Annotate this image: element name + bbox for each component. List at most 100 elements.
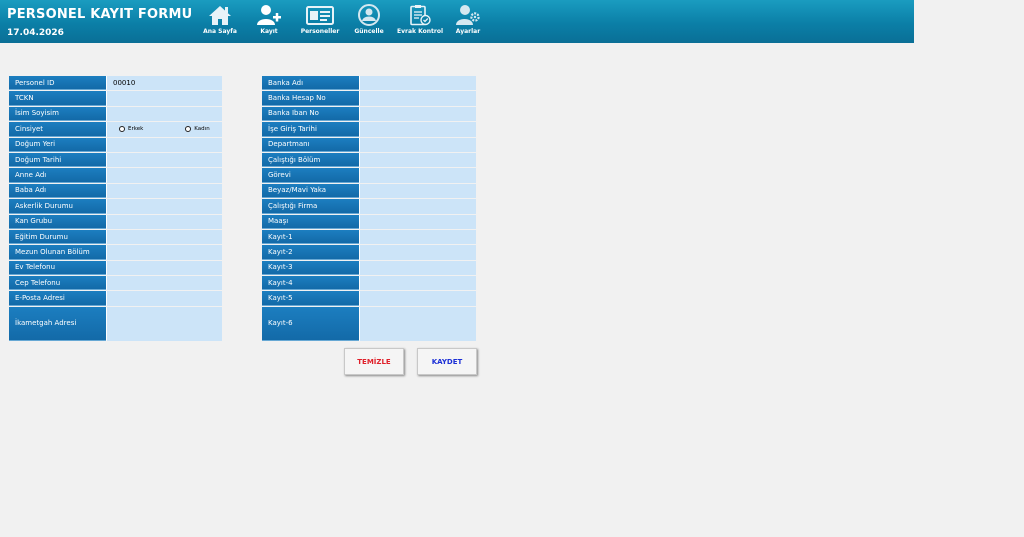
field-kayit-3: Kayıt-3: [262, 260, 476, 276]
field-banka-hesap-no: Banka Hesap No: [262, 91, 476, 106]
mezun-olunan-bolum-input[interactable]: [107, 245, 222, 260]
radio-erkek-label: Erkek: [128, 126, 144, 133]
field-kan-grubu: Kan Grubu: [9, 214, 222, 229]
nav-home[interactable]: Ana Sayfa: [194, 2, 246, 42]
maasi-input[interactable]: [360, 214, 476, 229]
tckn-input[interactable]: [107, 91, 222, 106]
askerlik-durumu-input[interactable]: [107, 199, 222, 214]
ev-telefonu-input[interactable]: [107, 260, 222, 276]
current-date: 17.04.2026: [7, 28, 64, 38]
egitim-durumu-input[interactable]: [107, 229, 222, 245]
field-label: Kayıt-3: [262, 260, 360, 276]
field-label: Banka Hesap No: [262, 91, 360, 106]
field-kayit-4: Kayıt-4: [262, 276, 476, 291]
personel-id-input[interactable]: 00010: [107, 76, 222, 91]
field-label: Cinsiyet: [9, 122, 107, 137]
kayit-4-input[interactable]: [360, 276, 476, 291]
field-label: Baba Adı: [9, 183, 107, 199]
dogum-yeri-input[interactable]: [107, 137, 222, 152]
radio-kadin[interactable]: Kadın: [185, 126, 210, 133]
field-label: Beyaz/Mavi Yaka: [262, 183, 360, 199]
field-cep-telefonu: Cep Telefonu: [9, 276, 222, 291]
radio-kadin-label: Kadın: [194, 126, 210, 133]
kayit-3-input[interactable]: [360, 260, 476, 276]
banka-hesap-no-input[interactable]: [360, 91, 476, 106]
field-label: Anne Adı: [9, 168, 107, 183]
field-label: Doğum Yeri: [9, 137, 107, 152]
field-label: İkametgah Adresi: [9, 306, 107, 341]
kayit-2-input[interactable]: [360, 245, 476, 260]
field-askerlik-durumu: Askerlik Durumu: [9, 199, 222, 214]
field-label: Kayıt-4: [262, 276, 360, 291]
user-settings-icon: [456, 5, 480, 25]
field-label: Banka Iban No: [262, 106, 360, 122]
nav-kayit[interactable]: Kayıt: [243, 2, 295, 42]
isim-soyisim-input[interactable]: [107, 106, 222, 122]
field-anne-adi: Anne Adı: [9, 168, 222, 183]
field-e-posta: E-Posta Adresi: [9, 291, 222, 306]
field-label: Kayıt-2: [262, 245, 360, 260]
banka-iban-no-input[interactable]: [360, 106, 476, 122]
beyaz-mavi-yaka-input[interactable]: [360, 183, 476, 199]
field-label: Kan Grubu: [9, 214, 107, 229]
kan-grubu-input[interactable]: [107, 214, 222, 229]
field-label: İsim Soyisim: [9, 106, 107, 122]
field-label: Kayıt-5: [262, 291, 360, 306]
home-icon: [209, 6, 231, 25]
field-kayit-1: Kayıt-1: [262, 229, 476, 245]
app-header: PERSONEL KAYIT FORMU 17.04.2026 Ana Sayf…: [0, 0, 914, 43]
field-dogum-yeri: Doğum Yeri: [9, 137, 222, 152]
nav-guncelle[interactable]: Güncelle: [343, 2, 395, 42]
field-personel-id: Personel ID 00010: [9, 76, 222, 91]
banka-adi-input[interactable]: [360, 76, 476, 91]
field-ise-giris-tarihi: İşe Giriş Tarihi: [262, 122, 476, 137]
ikametgah-adresi-input[interactable]: [107, 306, 222, 341]
nav-evrak-kontrol[interactable]: Evrak Kontrol: [394, 2, 446, 42]
field-ikametgah-adresi: İkametgah Adresi: [9, 306, 222, 341]
field-label: Eğitim Durumu: [9, 229, 107, 245]
field-kayit-2: Kayıt-2: [262, 245, 476, 260]
kayit-1-input[interactable]: [360, 229, 476, 245]
field-banka-adi: Banka Adı: [262, 76, 476, 91]
cinsiyet-field: Erkek Kadın: [107, 122, 222, 137]
field-banka-iban-no: Banka Iban No: [262, 106, 476, 122]
field-label: İşe Giriş Tarihi: [262, 122, 360, 137]
nav-ayarlar[interactable]: Ayarlar: [442, 2, 494, 42]
field-label: Maaşı: [262, 214, 360, 229]
field-baba-adi: Baba Adı: [9, 183, 222, 199]
field-label: TCKN: [9, 91, 107, 106]
nav-personeller-label: Personeller: [300, 28, 340, 35]
gorevi-input[interactable]: [360, 168, 476, 183]
field-tckn: TCKN: [9, 91, 222, 106]
field-label: Doğum Tarihi: [9, 152, 107, 168]
calistigi-bolum-input[interactable]: [360, 152, 476, 168]
field-egitim-durumu: Eğitim Durumu: [9, 229, 222, 245]
field-label: Çalıştığı Firma: [262, 199, 360, 214]
field-kayit-5: Kayıt-5: [262, 291, 476, 306]
nav-guncelle-label: Güncelle: [354, 28, 384, 35]
calistigi-firma-input[interactable]: [360, 199, 476, 214]
cep-telefonu-input[interactable]: [107, 276, 222, 291]
radio-erkek[interactable]: Erkek: [119, 126, 144, 133]
field-calistigi-firma: Çalıştığı Firma: [262, 199, 476, 214]
departmani-input[interactable]: [360, 137, 476, 152]
ise-giris-tarihi-input[interactable]: [360, 122, 476, 137]
field-label: Banka Adı: [262, 76, 360, 91]
field-cinsiyet: Cinsiyet Erkek Kadın: [9, 122, 222, 137]
baba-adi-input[interactable]: [107, 183, 222, 199]
e-posta-input[interactable]: [107, 291, 222, 306]
clear-button[interactable]: TEMİZLE: [344, 348, 404, 375]
save-button[interactable]: KAYDET: [417, 348, 477, 375]
field-maasi: Maaşı: [262, 214, 476, 229]
field-kayit-6: Kayıt-6: [262, 306, 476, 341]
add-user-icon: [257, 5, 281, 25]
field-gorevi: Görevi: [262, 168, 476, 183]
dogum-tarihi-input[interactable]: [107, 152, 222, 168]
kayit-6-input[interactable]: [360, 306, 476, 341]
anne-adi-input[interactable]: [107, 168, 222, 183]
field-label: Departmanı: [262, 137, 360, 152]
field-dogum-tarihi: Doğum Tarihi: [9, 152, 222, 168]
radio-circle-icon: [119, 126, 125, 133]
kayit-5-input[interactable]: [360, 291, 476, 306]
nav-personeller[interactable]: Personeller: [294, 2, 346, 42]
